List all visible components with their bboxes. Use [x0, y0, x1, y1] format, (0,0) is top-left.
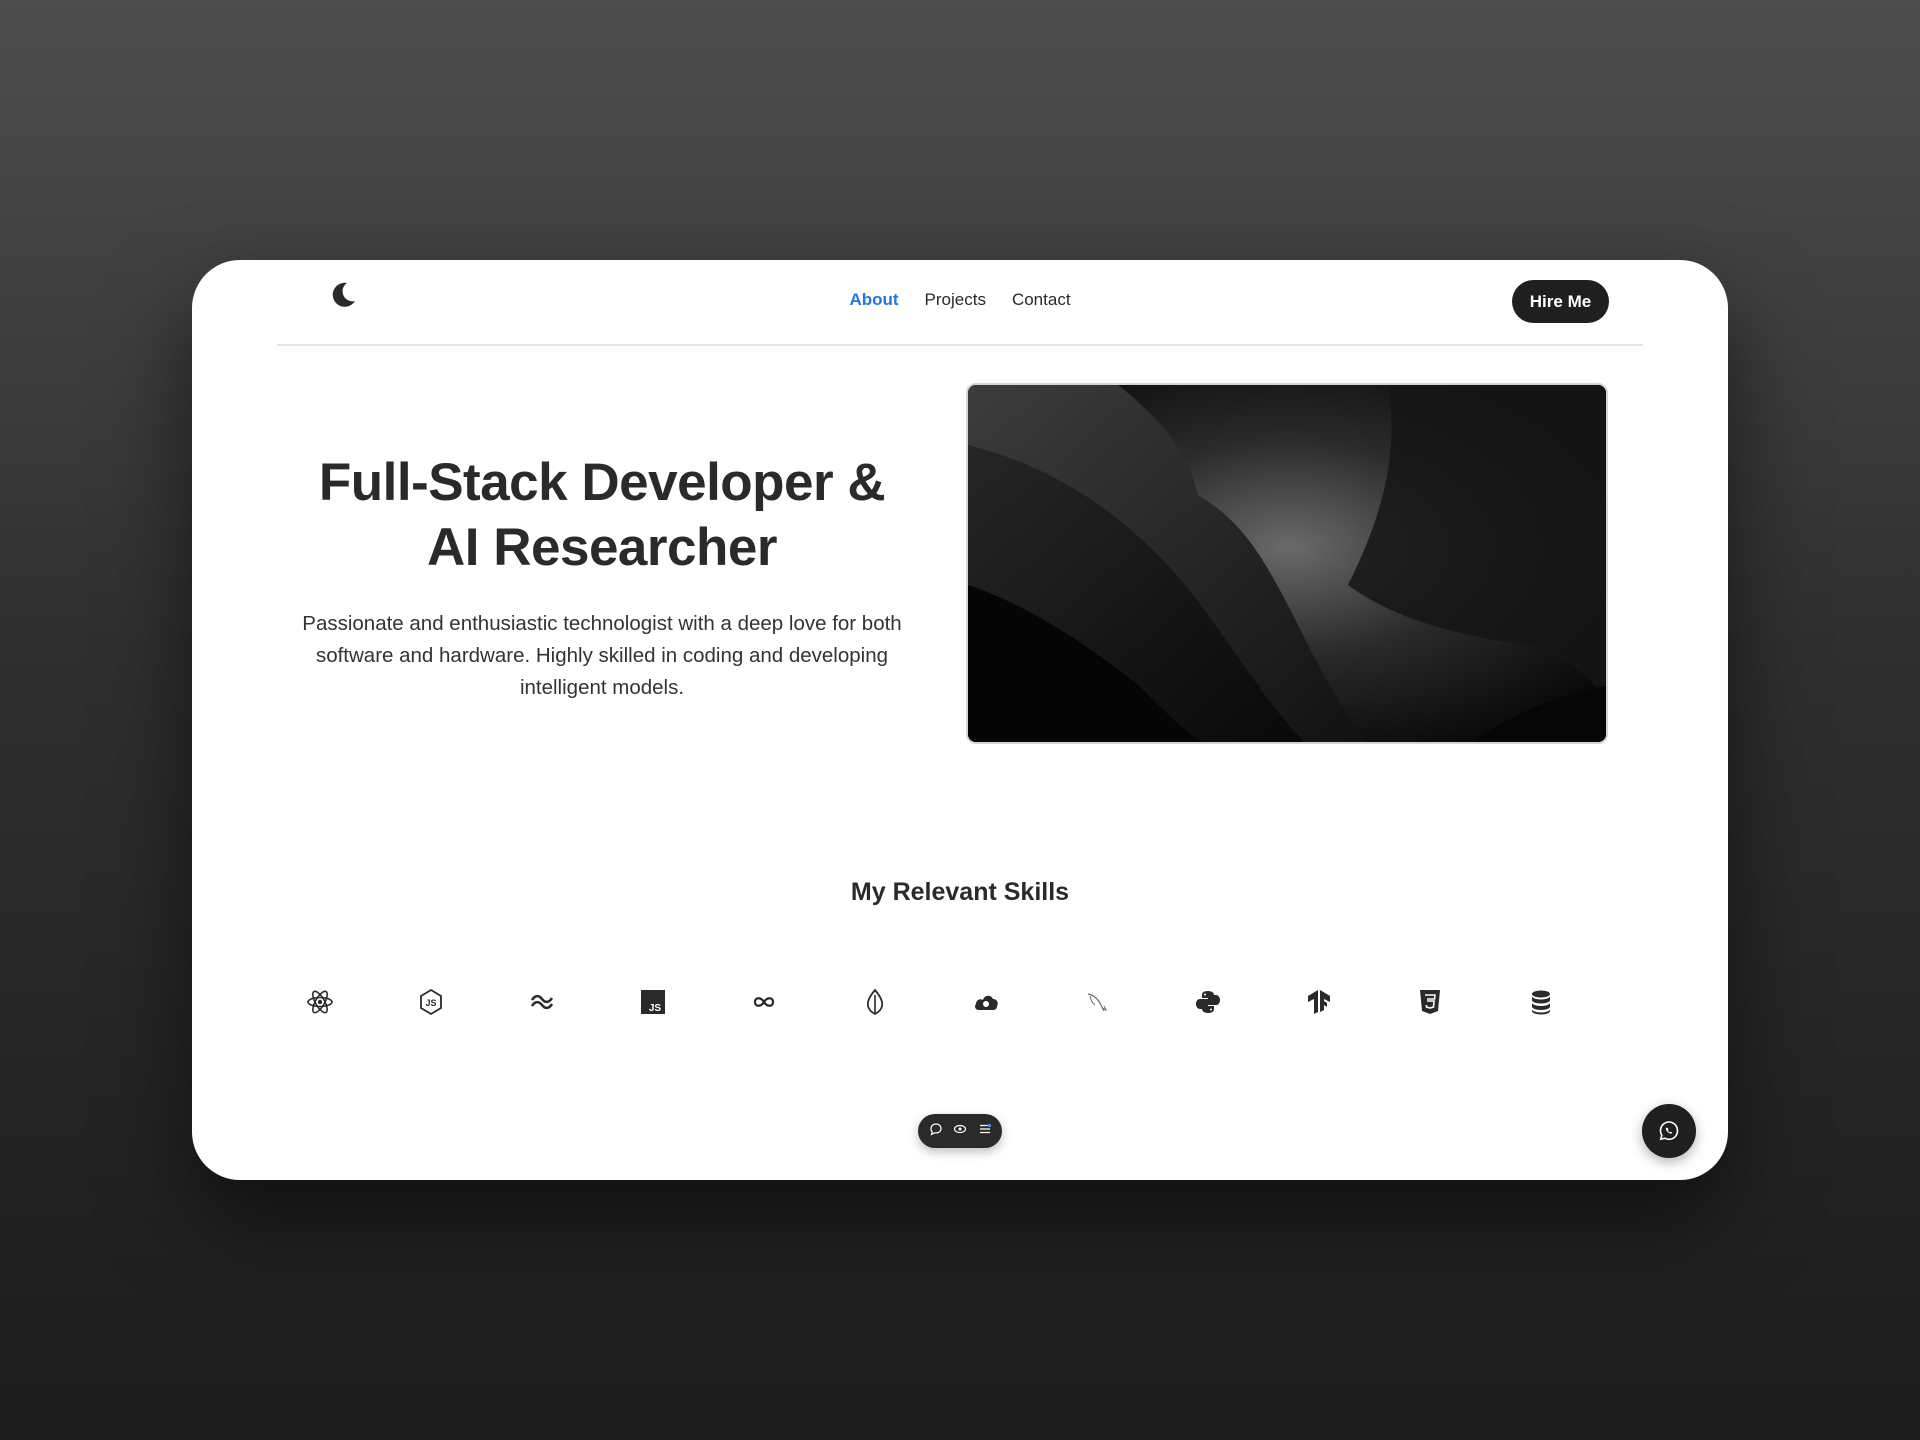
- nav-link-about[interactable]: About: [849, 290, 898, 310]
- whatsapp-icon: [1659, 1121, 1679, 1141]
- python-icon: [1188, 982, 1228, 1022]
- chat-bubble-icon[interactable]: [929, 1122, 943, 1141]
- eye-icon[interactable]: [953, 1122, 967, 1141]
- react-icon: [300, 982, 340, 1022]
- infinity-icon: [744, 982, 784, 1022]
- hire-me-button[interactable]: Hire Me: [1512, 280, 1609, 323]
- skills-icons-row: JS JS: [300, 982, 1630, 1022]
- browser-window: About Projects Contact Hire Me Full-Stac…: [192, 260, 1728, 1180]
- hero-image: [966, 383, 1608, 744]
- tensorflow-icon: [1299, 982, 1339, 1022]
- svg-text:JS: JS: [425, 998, 436, 1008]
- skills-title: My Relevant Skills: [850, 878, 1070, 906]
- hero-subtitle: Passionate and enthusiastic technologist…: [302, 612, 902, 699]
- hero-title: Full-Stack Developer & AI Researcher: [302, 450, 902, 580]
- nodejs-icon: JS: [411, 982, 451, 1022]
- list-settings-icon[interactable]: [978, 1122, 992, 1141]
- floating-dock: [918, 1114, 1002, 1148]
- svg-text:JS: JS: [649, 1003, 662, 1014]
- mongodb-icon: [855, 982, 895, 1022]
- css3-icon: [1410, 982, 1450, 1022]
- whatsapp-button[interactable]: [1642, 1104, 1696, 1158]
- hero-title-line-2: AI Researcher: [427, 518, 777, 577]
- nav-links: About Projects Contact: [277, 290, 1643, 310]
- hero-title-line-1: Full-Stack Developer &: [318, 453, 886, 512]
- database-icon: [1521, 982, 1561, 1022]
- tailwind-icon: [522, 982, 562, 1022]
- nav-link-contact[interactable]: Contact: [1012, 290, 1071, 310]
- navbar: About Projects Contact Hire Me: [277, 260, 1643, 346]
- hero-text: Full-Stack Developer & AI Researcher Pas…: [302, 450, 902, 704]
- mysql-icon: [1077, 982, 1117, 1022]
- javascript-icon: JS: [633, 982, 673, 1022]
- cloud-icon: [966, 982, 1006, 1022]
- nav-link-projects[interactable]: Projects: [925, 290, 986, 310]
